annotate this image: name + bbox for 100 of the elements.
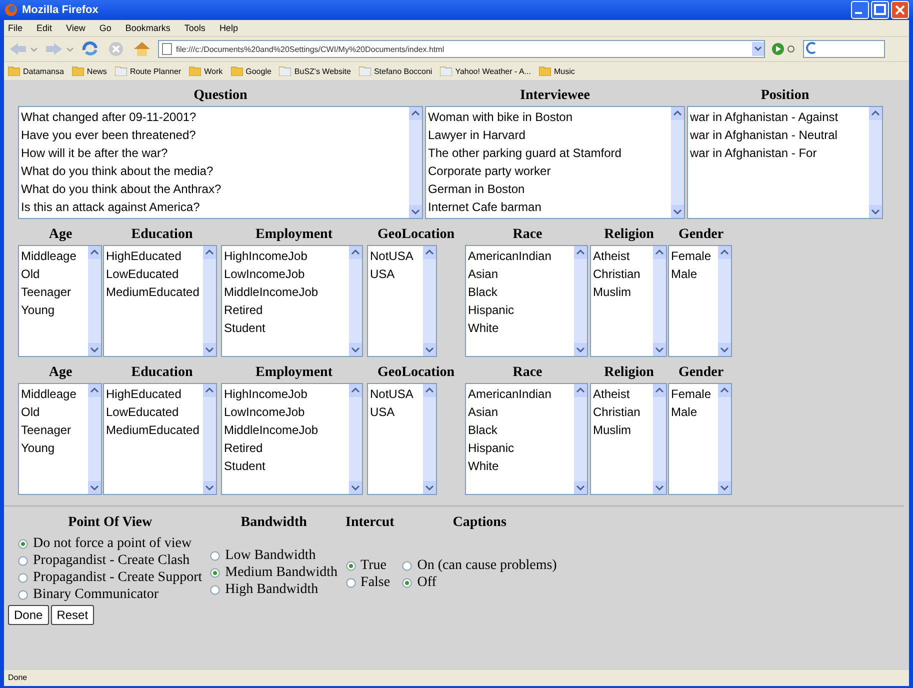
scroll-up-button[interactable] [349,246,362,259]
scroll-up-button[interactable] [869,107,882,120]
scroll-down-button[interactable] [349,481,362,494]
bookmark-item[interactable]: Stefano Bocconi [358,66,432,76]
scrollbar[interactable] [423,384,436,494]
dropdown-button[interactable] [752,42,764,56]
list-option[interactable]: Teenager [21,421,86,439]
radio-button[interactable] [346,560,356,570]
list-option[interactable]: Old [21,403,86,421]
bookmark-item[interactable]: Route Planner [114,66,182,76]
scroll-up-button[interactable] [718,246,731,259]
list-option[interactable]: USA [370,403,421,421]
list-option[interactable]: LowEducated [106,265,201,283]
list-box[interactable]: Female Male [668,245,732,357]
list-box[interactable]: HighIncomeJob LowIncomeJob MiddleIncomeJob Retired Student [221,383,363,495]
menu-item[interactable]: Go [99,23,112,33]
radio-option[interactable]: On (can cause problems) [402,557,557,574]
radio-option[interactable]: Propagandist - Create Support [18,569,202,586]
list-box[interactable]: AmericanIndian Asian Black Hispanic White [465,245,588,357]
list-box[interactable]: AmericanIndian Asian Black Hispanic White [465,383,588,495]
scroll-down-button[interactable] [349,343,362,356]
list-option[interactable]: Middleage [21,385,86,403]
scroll-down-button[interactable] [574,481,587,494]
list-box[interactable]: HighEducated LowEducated MediumEducated [103,245,217,357]
radio-option[interactable]: Low Bandwidth [210,547,338,564]
list-box[interactable]: HighIncomeJob LowIncomeJob MiddleIncomeJob Retired Student [221,245,363,357]
list-box[interactable]: Atheist Christian Muslim [590,383,667,495]
scroll-up-button[interactable] [574,384,587,397]
scrollbar[interactable] [869,107,882,218]
list-option[interactable]: LowEducated [106,403,201,421]
bookmark-item[interactable]: Google [230,66,272,76]
scroll-down-button[interactable] [653,481,666,494]
radio-option[interactable]: Medium Bandwidth [210,564,338,581]
list-box[interactable]: Atheist Christian Muslim [590,245,667,357]
list-option[interactable]: The other parking guard at Stamford [428,144,669,162]
list-option[interactable]: HighIncomeJob [224,385,347,403]
maximize-button[interactable] [871,1,889,19]
radio-option[interactable]: Binary Communicator [18,586,202,603]
list-option[interactable]: MediumEducated [106,421,201,439]
list-option[interactable]: MiddleIncomeJob [224,283,347,301]
list-option[interactable]: war in Afghanistan - Against [690,108,867,126]
minimize-button[interactable] [851,1,869,19]
close-button[interactable] [891,1,909,19]
radio-button[interactable] [18,572,28,582]
bookmark-item[interactable]: Datamansa [8,66,64,76]
list-box[interactable]: Female Male [668,383,732,495]
scroll-up-button[interactable] [349,384,362,397]
list-option[interactable]: HighIncomeJob [224,247,347,265]
radio-button[interactable] [346,578,356,588]
bookmark-item[interactable]: Work [189,66,223,76]
radio-option[interactable]: Do not force a point of view [18,535,202,552]
list-box[interactable]: HighEducated LowEducated MediumEducated [103,383,217,495]
radio-option[interactable]: False [346,574,394,591]
list-option[interactable]: Female [671,247,716,265]
radio-button[interactable] [18,556,28,566]
list-option[interactable]: USA [370,265,421,283]
list-option[interactable]: Muslim [593,421,651,439]
list-option[interactable]: White [468,457,572,475]
scroll-up-button[interactable] [409,107,422,120]
scrollbar[interactable] [653,246,666,356]
bookmark-item[interactable]: BuSZ's Website [279,66,351,76]
list-box[interactable]: Middleage Old Teenager Young [18,383,102,495]
list-option[interactable]: Asian [468,403,572,421]
scrollbar[interactable] [409,107,422,218]
list-option[interactable]: German in Boston [428,180,669,198]
list-option[interactable]: Young [21,301,86,319]
list-option[interactable]: Hispanic [468,439,572,457]
list-option[interactable]: Muslim [593,283,651,301]
list-option[interactable]: Have you ever been threatened? [21,126,407,144]
radio-button[interactable] [210,568,220,578]
scrollbar[interactable] [718,384,731,494]
list-option[interactable]: Student [224,457,347,475]
list-option[interactable]: war in Afghanistan - Neutral [690,126,867,144]
list-option[interactable]: Atheist [593,247,651,265]
list-option[interactable]: HighEducated [106,385,201,403]
list-option[interactable]: Old [21,265,86,283]
list-option[interactable]: Black [468,421,572,439]
list-option[interactable]: Middleage [21,247,86,265]
scrollbar[interactable] [203,246,216,356]
radio-button[interactable] [18,590,28,600]
scroll-down-button[interactable] [718,343,731,356]
form-button[interactable]: Done [8,605,49,625]
list-option[interactable]: Christian [593,403,651,421]
scroll-up-button[interactable] [653,246,666,259]
scroll-up-button[interactable] [423,384,436,397]
list-option[interactable]: Retired [224,301,347,319]
list-box[interactable]: NotUSA USA [367,383,437,495]
bookmark-item[interactable]: Music [538,66,575,76]
radio-option[interactable]: High Bandwidth [210,581,338,598]
scroll-up-button[interactable] [88,246,101,259]
scroll-down-button[interactable] [653,343,666,356]
scroll-down-button[interactable] [423,343,436,356]
scroll-down-button[interactable] [423,481,436,494]
list-option[interactable]: Woman with bike in Boston [428,108,669,126]
list-option[interactable]: Black [468,283,572,301]
list-option[interactable]: Teenager [21,283,86,301]
list-option[interactable]: Christian [593,265,651,283]
scroll-up-button[interactable] [574,246,587,259]
list-option[interactable]: What do you think about the Anthrax? [21,180,407,198]
scrollbar[interactable] [574,246,587,356]
